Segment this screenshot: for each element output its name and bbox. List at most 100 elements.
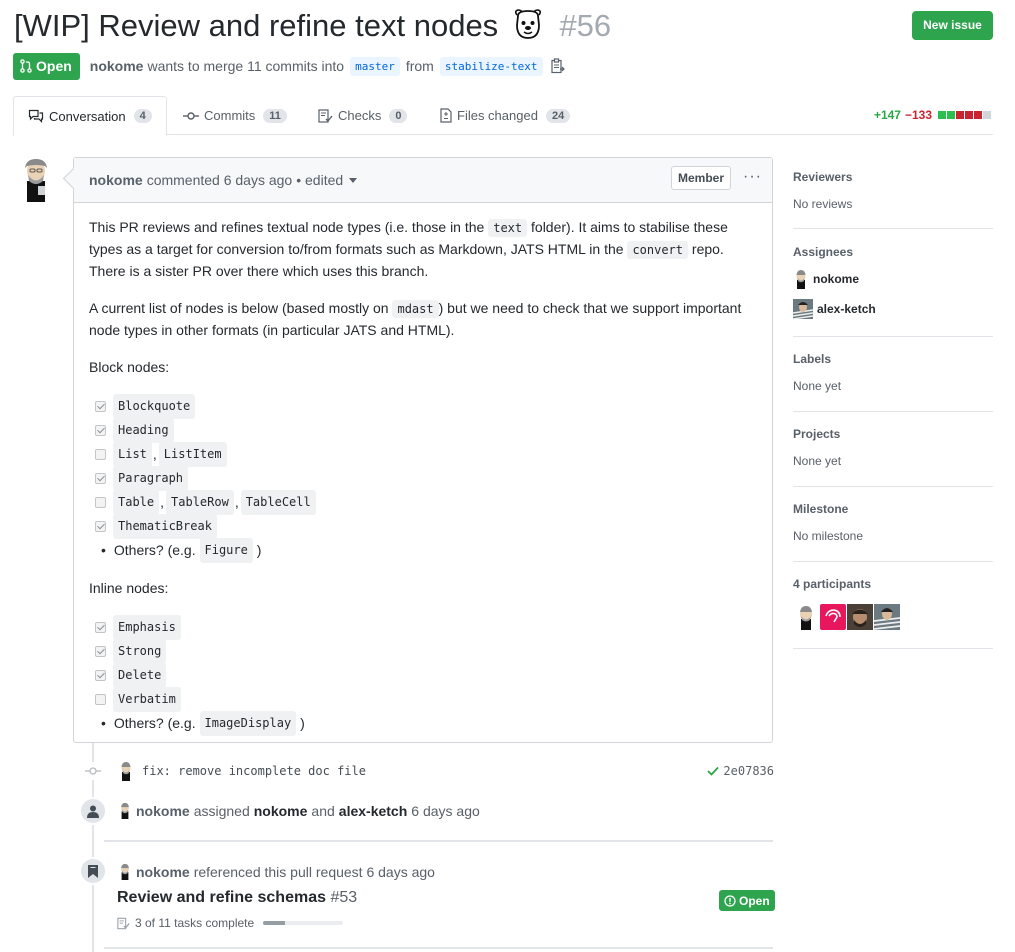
task-item: Blockquote xyxy=(89,393,757,419)
task-item: ThematicBreak xyxy=(89,513,757,539)
commit-status: 2e07836 xyxy=(707,764,774,778)
tab-files-changed-count: 24 xyxy=(545,108,571,123)
event-actor-avatar[interactable] xyxy=(118,863,132,880)
sidebar-milestone[interactable]: Milestone No milestone xyxy=(793,502,993,562)
participant-avatar[interactable] xyxy=(847,604,873,630)
comment-body: This PR reviews and refines textual node… xyxy=(74,203,772,765)
tasks-complete-text: 3 of 11 tasks complete xyxy=(135,916,255,930)
comment-edited-dropdown[interactable]: • edited xyxy=(296,172,358,188)
tab-commits-count: 11 xyxy=(263,108,287,123)
comment-options-icon[interactable]: ··· xyxy=(743,168,762,186)
merge-text: wants to merge 11 commits into xyxy=(147,58,345,74)
author-avatar[interactable] xyxy=(18,156,54,202)
event-actor-avatar[interactable] xyxy=(118,802,132,819)
task-checkbox[interactable] xyxy=(95,424,106,436)
event-actor-link[interactable]: nokome xyxy=(136,864,190,880)
sidebar-labels-value: None yet xyxy=(793,379,842,393)
task-code: Table xyxy=(113,489,160,515)
sidebar-assignees[interactable]: Assignees nokome alex-ketch xyxy=(793,245,993,337)
referenced-pr-tasks: 3 of 11 tasks complete xyxy=(117,916,344,930)
sidebar-reviewers-value: No reviews xyxy=(793,197,853,211)
diffstat-block-neutral xyxy=(983,111,991,119)
task-checkbox[interactable] xyxy=(95,448,106,460)
referenced-pr-state-badge: Open xyxy=(719,890,775,911)
diffstat-additions: +147 xyxy=(873,108,901,122)
pr-author-link[interactable]: nokome xyxy=(90,58,144,74)
task-checkbox[interactable] xyxy=(95,669,106,681)
participant-avatar[interactable] xyxy=(793,604,819,630)
participant-avatar[interactable] xyxy=(874,604,900,630)
assignee-item[interactable]: alex-ketch xyxy=(793,299,993,319)
sidebar-projects[interactable]: Projects None yet xyxy=(793,427,993,487)
participant-avatar[interactable] xyxy=(820,604,846,630)
inline-task-list: Emphasis Strong Delete Verbatim Others? … xyxy=(89,614,757,736)
tab-conversation-label: Conversation xyxy=(49,108,126,124)
commit-message-link[interactable]: fix: remove incomplete doc file xyxy=(142,764,366,778)
assignee-link[interactable]: alex-ketch xyxy=(339,803,407,819)
commit-author-avatar[interactable] xyxy=(118,761,134,781)
timeline-divider xyxy=(104,947,773,949)
new-issue-button[interactable]: New issue xyxy=(912,11,993,40)
tab-commits[interactable]: Commits 11 xyxy=(183,96,287,135)
clipboard-icon[interactable] xyxy=(550,58,565,74)
bullet-item: Others? (e.g. Figure ) xyxy=(89,537,757,563)
pr-state-badge: Open xyxy=(13,52,80,80)
pr-meta: Open nokome wants to merge 11 commits in… xyxy=(13,52,565,80)
pr-number: #56 xyxy=(559,8,612,43)
dog-emoji-icon xyxy=(514,9,541,39)
task-code: Emphasis xyxy=(113,614,181,640)
referenced-pr-title[interactable]: Review and refine schemas #53 xyxy=(117,889,357,907)
sidebar-participants-heading: 4 participants xyxy=(793,577,872,591)
reference-text: referenced this pull request 6 days ago xyxy=(193,863,435,880)
head-branch[interactable]: stabilize-text xyxy=(439,56,543,76)
tab-checks[interactable]: Checks 0 xyxy=(318,96,408,135)
sidebar-participants: 4 participants xyxy=(793,577,993,649)
task-item: Heading xyxy=(89,417,757,443)
task-code: Strong xyxy=(113,638,167,664)
caret-down-icon xyxy=(349,178,358,183)
paragraph-intro: This PR reviews and refines textual node… xyxy=(89,217,757,282)
text-segment: ) xyxy=(300,714,305,731)
assignee-link[interactable]: nokome xyxy=(254,803,308,819)
task-checkbox[interactable] xyxy=(95,400,106,412)
assignee-avatar xyxy=(796,270,806,289)
diffstat[interactable]: +147 −133 xyxy=(874,108,991,122)
referenced-pr-number: #53 xyxy=(330,889,358,906)
comment-author-link[interactable]: nokome xyxy=(89,172,143,188)
text-segment: ) xyxy=(256,541,262,558)
file-diff-icon xyxy=(440,108,452,123)
text-segment: Others? (e.g. xyxy=(113,541,196,558)
task-checkbox[interactable] xyxy=(95,645,106,657)
base-branch[interactable]: master xyxy=(350,56,400,76)
comment-timestamp[interactable]: commented 6 days ago xyxy=(147,172,293,188)
commit-sha-link[interactable]: 2e07836 xyxy=(723,764,774,778)
task-item: List, ListItem xyxy=(89,441,757,467)
check-icon[interactable] xyxy=(707,766,720,776)
assignee-name: alex-ketch xyxy=(817,302,876,316)
task-checkbox[interactable] xyxy=(95,520,106,532)
pr-description-comment: nokome commented 6 days ago • edited Mem… xyxy=(73,157,773,743)
task-code: ListItem xyxy=(158,441,227,467)
pr-title-text: [WIP] Review and refine text nodes xyxy=(14,8,499,43)
task-item: Verbatim xyxy=(89,686,757,712)
task-checkbox[interactable] xyxy=(95,693,106,705)
sidebar-labels[interactable]: Labels None yet xyxy=(793,352,993,412)
tab-files-changed[interactable]: Files changed 24 xyxy=(440,96,571,135)
comment-discussion-icon xyxy=(28,109,44,123)
tab-checks-label: Checks xyxy=(338,108,382,123)
sidebar-reviewers[interactable]: Reviewers No reviews xyxy=(793,170,993,229)
sidebar-reviewers-heading: Reviewers xyxy=(793,170,853,184)
reference-event: nokome referenced this pull request 6 da… xyxy=(118,863,435,880)
participants-avatars xyxy=(793,604,993,630)
task-checkbox[interactable] xyxy=(95,621,106,633)
tab-conversation[interactable]: Conversation 4 xyxy=(13,96,167,136)
event-actor-link[interactable]: nokome xyxy=(136,803,190,819)
assignee-item[interactable]: nokome xyxy=(793,269,993,289)
task-item: Emphasis xyxy=(89,614,757,640)
task-item: Delete xyxy=(89,662,757,688)
task-checkbox[interactable] xyxy=(95,472,106,484)
task-checkbox[interactable] xyxy=(95,496,106,508)
inline-code: mdast xyxy=(392,300,439,318)
task-code: TableCell xyxy=(240,489,316,515)
assign-time[interactable]: 6 days ago xyxy=(411,803,480,819)
